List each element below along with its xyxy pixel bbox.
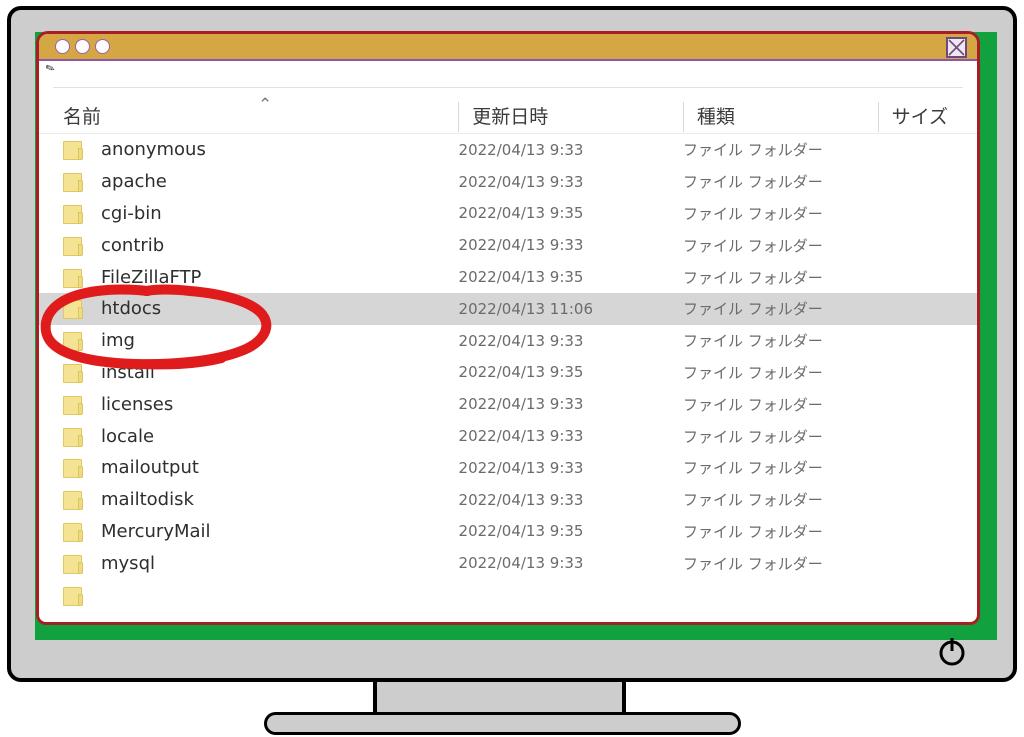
file-name-cell: mailtodisk — [101, 489, 194, 511]
file-type-cell: ファイル フォルダー — [683, 300, 823, 319]
column-header-name-label: 名前 — [63, 106, 102, 128]
table-row[interactable]: mailtodisk 2022/04/13 9:33 ファイル フォルダー — [39, 484, 977, 516]
file-type-cell: ファイル フォルダー — [683, 141, 823, 160]
file-name-cell: install — [101, 361, 155, 383]
file-name-cell: licenses — [101, 393, 174, 415]
file-name-cell: mysql — [101, 552, 155, 574]
folder-icon — [63, 426, 83, 447]
table-row[interactable]: MercuryMail 2022/04/13 9:35 ファイル フォルダー — [39, 516, 977, 548]
file-date-cell: 2022/04/13 9:33 — [458, 172, 584, 191]
file-date-cell: 2022/04/13 9:35 — [458, 268, 584, 287]
file-date-cell: 2022/04/13 9:35 — [458, 363, 584, 382]
file-type-cell: ファイル フォルダー — [683, 268, 823, 287]
table-row[interactable]: install 2022/04/13 9:35 ファイル フォルダー — [39, 357, 977, 389]
file-date-cell: 2022/04/13 9:35 — [458, 204, 584, 223]
file-type-cell: ファイル フォルダー — [683, 236, 823, 255]
column-header-size-label: サイズ — [891, 106, 949, 128]
column-header-type-label: 種類 — [696, 106, 735, 128]
screenshot-root: ✎ 名前 更新日時 種類 サイズ ⌃ anonymous 2022/04/13 9… — [0, 0, 1024, 737]
folder-icon — [63, 362, 83, 383]
folder-icon — [63, 457, 83, 479]
folder-icon — [63, 521, 83, 542]
file-type-cell: ファイル フォルダー — [683, 363, 823, 382]
folder-icon — [63, 553, 83, 574]
file-name-cell: apache — [101, 171, 167, 193]
table-row[interactable]: licenses 2022/04/13 9:33 ファイル フォルダー — [39, 388, 977, 420]
file-name-cell: htdocs — [101, 298, 162, 320]
file-date-cell: 2022/04/13 9:33 — [458, 236, 584, 255]
file-date-cell: 2022/04/13 9:33 — [458, 490, 584, 509]
table-row[interactable]: htdocs 2022/04/13 11:06 ファイル フォルダー — [39, 292, 977, 325]
file-type-cell: ファイル フォルダー — [683, 459, 823, 478]
file-type-cell: ファイル フォルダー — [683, 204, 823, 223]
file-type-cell: ファイル フォルダー — [683, 554, 823, 573]
table-row[interactable]: apache 2022/04/13 9:33 ファイル フォルダー — [39, 166, 977, 198]
table-row[interactable]: mailoutput 2022/04/13 9:33 ファイル フォルダー — [39, 452, 977, 484]
file-date-cell: 2022/04/13 9:33 — [458, 331, 584, 350]
table-row[interactable]: FileZillaFTP 2022/04/13 9:35 ファイル フォルダー — [39, 261, 977, 293]
window-traffic-lights[interactable] — [55, 39, 110, 54]
folder-icon — [63, 203, 83, 224]
file-name-cell: anonymous — [101, 139, 206, 161]
column-header-type[interactable]: 種類 — [682, 102, 878, 132]
file-date-cell: 2022/04/13 9:33 — [458, 554, 584, 573]
file-name-cell: FileZillaFTP — [101, 266, 202, 288]
folder-icon — [63, 139, 83, 161]
power-button-icon[interactable] — [935, 634, 969, 668]
folder-icon — [63, 330, 83, 352]
file-name-cell: cgi-bin — [101, 202, 162, 224]
table-row[interactable]: img 2022/04/13 9:33 ファイル フォルダー — [39, 325, 977, 357]
toolbar-mark-icon: ✎ — [44, 61, 57, 77]
folder-icon — [63, 235, 83, 256]
file-name-cell: contrib — [101, 234, 165, 256]
file-type-cell: ファイル フォルダー — [683, 522, 823, 541]
column-header-size[interactable]: サイズ — [877, 102, 977, 132]
file-date-cell: 2022/04/13 9:33 — [458, 140, 584, 159]
window-toolbar[interactable]: ✎ — [39, 61, 977, 87]
file-date-cell: 2022/04/13 9:33 — [458, 395, 584, 414]
file-type-cell: ファイル フォルダー — [683, 173, 823, 192]
file-name-cell: locale — [101, 425, 155, 447]
table-row[interactable]: cgi-bin 2022/04/13 9:35 ファイル フォルダー — [39, 198, 977, 230]
close-window-button[interactable] — [946, 37, 967, 58]
column-header-date-label: 更新日時 — [472, 106, 549, 128]
monitor-stand-neck — [373, 682, 626, 715]
file-type-cell: ファイル フォルダー — [683, 395, 823, 414]
file-type-cell: ファイル フォルダー — [683, 427, 823, 446]
folder-icon — [63, 298, 83, 320]
file-type-cell: ファイル フォルダー — [683, 491, 823, 510]
table-row[interactable]: locale 2022/04/13 9:33 ファイル フォルダー — [39, 420, 977, 452]
sort-ascending-chevron-icon: ⌃ — [258, 95, 273, 114]
folder-icon — [63, 394, 83, 415]
column-header-date[interactable]: 更新日時 — [458, 102, 683, 132]
file-list[interactable]: anonymous 2022/04/13 9:33 ファイル フォルダー apache… — [39, 134, 977, 612]
file-name-cell: mailoutput — [101, 457, 199, 479]
monitor-stand-base — [264, 712, 741, 735]
file-type-cell: ファイル フォルダー — [683, 332, 823, 351]
file-date-cell: 2022/04/13 9:35 — [458, 522, 584, 541]
file-date-cell: 2022/04/13 9:33 — [458, 458, 584, 477]
table-row[interactable]: contrib 2022/04/13 9:33 ファイル フォルダー — [39, 229, 977, 261]
column-header-name[interactable]: 名前 — [39, 108, 458, 127]
close-icon — [948, 39, 965, 56]
file-date-cell: 2022/04/13 9:33 — [458, 427, 584, 446]
titlebar-dot-3-icon[interactable] — [95, 39, 110, 54]
file-name-cell: MercuryMail — [101, 520, 211, 542]
file-name-cell: img — [101, 330, 135, 352]
column-header-row: 名前 更新日時 種類 サイズ ⌃ — [39, 88, 977, 134]
table-row[interactable] — [39, 579, 977, 611]
folder-icon — [63, 489, 83, 511]
file-explorer-window: ✎ 名前 更新日時 種類 サイズ ⌃ anonymous 2022/04/13 9… — [36, 31, 980, 625]
folder-icon — [63, 171, 83, 193]
folder-icon — [63, 585, 83, 606]
window-titlebar[interactable] — [39, 34, 977, 61]
titlebar-dot-1-icon[interactable] — [55, 39, 70, 54]
table-row[interactable]: anonymous 2022/04/13 9:33 ファイル フォルダー — [39, 134, 977, 166]
titlebar-dot-2-icon[interactable] — [75, 39, 90, 54]
table-row[interactable]: mysql 2022/04/13 9:33 ファイル フォルダー — [39, 547, 977, 579]
folder-icon — [63, 267, 83, 288]
file-date-cell: 2022/04/13 11:06 — [458, 299, 593, 318]
